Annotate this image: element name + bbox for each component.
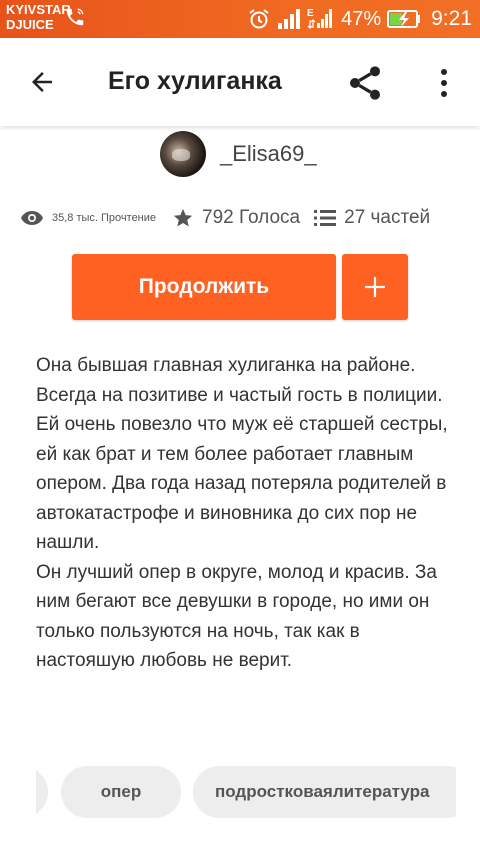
avatar[interactable] [160, 131, 206, 177]
tag-chip[interactable]: подростковаялитература [193, 766, 456, 818]
signal-e-icon: E [307, 8, 333, 29]
status-bar: KYIVSTAR DJUICE E 47% 9:21 [0, 0, 480, 38]
eye-icon [21, 211, 43, 225]
carrier-line-1: KYIVSTAR [6, 2, 71, 17]
tag-chip[interactable]: опер [61, 766, 181, 818]
svg-text:E: E [307, 8, 314, 19]
more-options-button[interactable] [426, 60, 462, 106]
story-description: Она бывшая главная хулиганка на районе. … [36, 351, 456, 676]
votes-stat: 792 Голоса [172, 207, 300, 229]
more-vertical-icon [441, 69, 447, 97]
parts-count[interactable]: 27 частей [344, 207, 430, 229]
reads-stat: 35,8 тыс. Прочтение [20, 209, 156, 227]
battery-percent: 47% [341, 7, 382, 30]
app-bar: Его хулиганка [0, 38, 480, 126]
add-to-library-button[interactable] [342, 254, 408, 320]
author-row[interactable]: _Elisa69_ [160, 130, 317, 178]
share-button[interactable] [342, 60, 388, 106]
phone-call-icon [66, 8, 84, 26]
author-name[interactable]: _Elisa69_ [220, 141, 317, 167]
signal-icon [278, 9, 301, 29]
share-icon [350, 66, 380, 100]
back-button[interactable] [22, 62, 62, 102]
clock: 9:21 [431, 7, 472, 30]
battery-charging-icon [387, 10, 421, 28]
carrier-label: KYIVSTAR DJUICE [6, 2, 71, 32]
star-icon [173, 208, 193, 227]
reads-count: 35,8 тыс. Прочтение [52, 212, 157, 224]
tags-row: опер подростковаялитература [36, 766, 456, 818]
description-paragraph-2: Он лучший опер в округе, молод и красив.… [36, 561, 437, 672]
continue-reading-button[interactable]: Продолжить [72, 254, 336, 320]
status-icons: E 47% 9:21 [247, 4, 472, 34]
alarm-icon [249, 9, 269, 29]
votes-count: 792 Голоса [202, 207, 301, 228]
carrier-line-2: DJUICE [6, 17, 54, 32]
tag-chip-partial[interactable] [36, 766, 48, 818]
story-title: Его хулиганка [108, 67, 282, 95]
parts-stat[interactable]: 27 частей [314, 207, 430, 229]
story-stats: 35,8 тыс. Прочтение 792 Голоса 27 частей [20, 203, 470, 233]
plus-icon [365, 277, 385, 297]
description-paragraph-1: Она бывшая главная хулиганка на районе. … [36, 355, 448, 553]
list-icon [314, 210, 337, 226]
arrow-back-icon [32, 72, 52, 92]
